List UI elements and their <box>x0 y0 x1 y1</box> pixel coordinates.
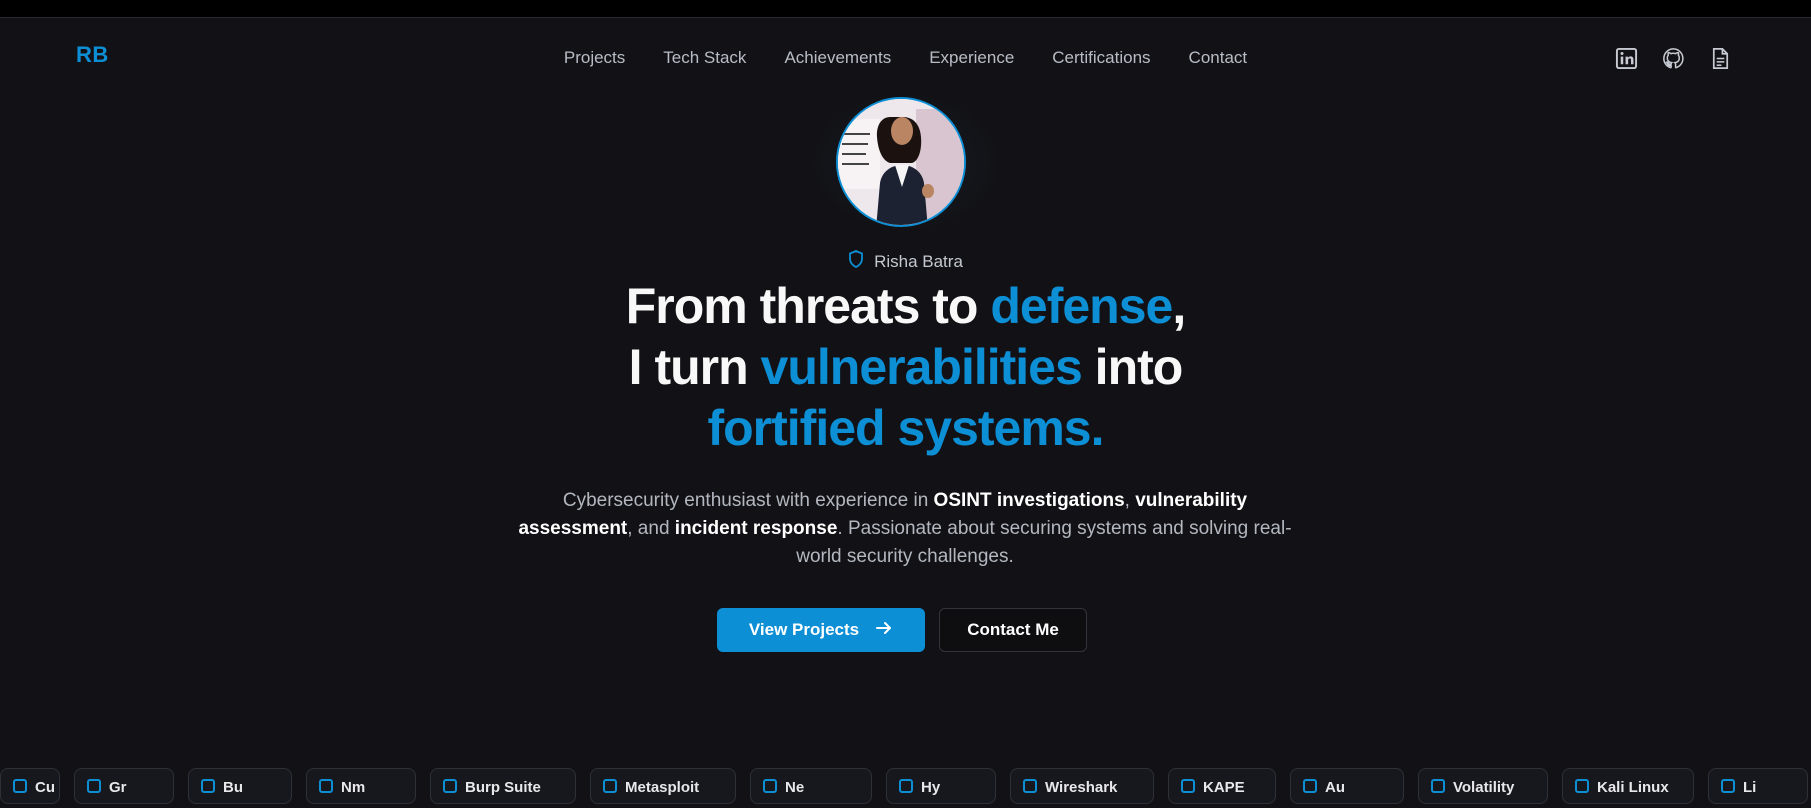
ticker-chip: Li <box>1708 768 1808 804</box>
tool-icon <box>1721 779 1735 793</box>
view-projects-button[interactable]: View Projects <box>717 608 925 652</box>
headline-accent: vulnerabilities <box>760 339 1083 395</box>
nav-links: Projects Tech Stack Achievements Experie… <box>0 48 1811 68</box>
tool-icon <box>1575 779 1589 793</box>
headline-text: , <box>1172 278 1186 334</box>
nav-link-certifications[interactable]: Certifications <box>1033 48 1169 68</box>
ticker-chip: Ne <box>750 768 872 804</box>
ticker-chip: Wireshark <box>1010 768 1154 804</box>
site-navbar: RB Projects Tech Stack Achievements Expe… <box>0 18 1811 100</box>
tech-ticker: Cu Gr Bu Nm Burp Suite Metasploit Ne Hy … <box>0 768 1811 808</box>
headline-text: From threats to <box>625 278 991 334</box>
social-icons <box>1614 46 1733 71</box>
shield-icon <box>848 250 864 273</box>
headline-line1: From threats to defense, <box>625 278 1186 334</box>
tool-icon <box>763 779 777 793</box>
chip-label: Kali Linux <box>1597 779 1669 796</box>
subtitle-highlight: OSINT investigations <box>933 490 1125 511</box>
tool-icon <box>87 779 101 793</box>
tool-icon <box>13 779 27 793</box>
ticker-chip: Metasploit <box>590 768 736 804</box>
subtitle-text: , and <box>627 518 675 539</box>
chip-label: Bu <box>223 779 243 796</box>
headline-text: into <box>1081 339 1184 395</box>
arrow-right-icon <box>875 620 893 641</box>
chip-label: Gr <box>109 779 127 796</box>
hero-name-row: Risha Batra <box>0 250 1811 273</box>
ticker-chip: Hy <box>886 768 996 804</box>
chip-label: Nm <box>341 779 366 796</box>
tool-icon <box>1431 779 1445 793</box>
tool-icon <box>1023 779 1037 793</box>
ticker-chip: Au <box>1290 768 1404 804</box>
nav-link-achievements[interactable]: Achievements <box>765 48 910 68</box>
ticker-chip: Kali Linux <box>1562 768 1694 804</box>
browser-top-strip <box>0 0 1811 18</box>
chip-label: Au <box>1325 779 1345 796</box>
hero-subtitle: Cybersecurity enthusiast with experience… <box>505 487 1305 571</box>
chip-label: Hy <box>921 779 941 796</box>
hero-name: Risha Batra <box>874 251 963 271</box>
ticker-chip: Gr <box>74 768 174 804</box>
tool-icon <box>1181 779 1195 793</box>
subtitle-highlight: incident response <box>674 518 838 539</box>
subtitle-text: , <box>1124 490 1136 511</box>
tool-icon <box>201 779 215 793</box>
nav-link-experience[interactable]: Experience <box>910 48 1033 68</box>
chip-label: Burp Suite <box>465 779 541 796</box>
tool-icon <box>899 779 913 793</box>
chip-label: Volatility <box>1453 779 1515 796</box>
subtitle-text: . Passionate about securing systems and … <box>796 518 1292 567</box>
tool-icon <box>1303 779 1317 793</box>
headline-text: I turn <box>628 339 761 395</box>
nav-link-contact[interactable]: Contact <box>1170 48 1267 68</box>
ticker-chip: Bu <box>188 768 292 804</box>
tool-icon <box>443 779 457 793</box>
profile-avatar <box>836 97 966 227</box>
headline-line3: fortified systems. <box>707 400 1104 456</box>
chip-label: Wireshark <box>1045 779 1118 796</box>
nav-link-projects[interactable]: Projects <box>545 48 644 68</box>
contact-me-button[interactable]: Contact Me <box>939 608 1087 652</box>
ticker-chip: Cu <box>0 768 60 804</box>
contact-me-label: Contact Me <box>967 620 1059 639</box>
ticker-chip: Burp Suite <box>430 768 576 804</box>
ticker-chip: Nm <box>306 768 416 804</box>
headline-line2: I turn vulnerabilities into <box>628 339 1184 395</box>
ticker-chip: Volatility <box>1418 768 1548 804</box>
tool-icon <box>603 779 617 793</box>
headline-accent: defense <box>990 278 1173 334</box>
nav-link-tech-stack[interactable]: Tech Stack <box>644 48 765 68</box>
github-icon[interactable] <box>1661 46 1686 71</box>
resume-document-icon[interactable] <box>1708 46 1733 71</box>
chip-label: KAPE <box>1203 779 1245 796</box>
chip-label: Cu <box>35 779 55 796</box>
chip-label: Li <box>1743 779 1757 796</box>
linkedin-icon[interactable] <box>1614 46 1639 71</box>
hero-headline: From threats to defense, I turn vulnerab… <box>0 276 1811 459</box>
tool-icon <box>319 779 333 793</box>
view-projects-label: View Projects <box>748 620 860 639</box>
subtitle-text: Cybersecurity enthusiast with experience… <box>562 490 934 511</box>
chip-label: Ne <box>785 779 805 796</box>
chip-label: Metasploit <box>625 779 700 796</box>
ticker-chip: KAPE <box>1168 768 1276 804</box>
